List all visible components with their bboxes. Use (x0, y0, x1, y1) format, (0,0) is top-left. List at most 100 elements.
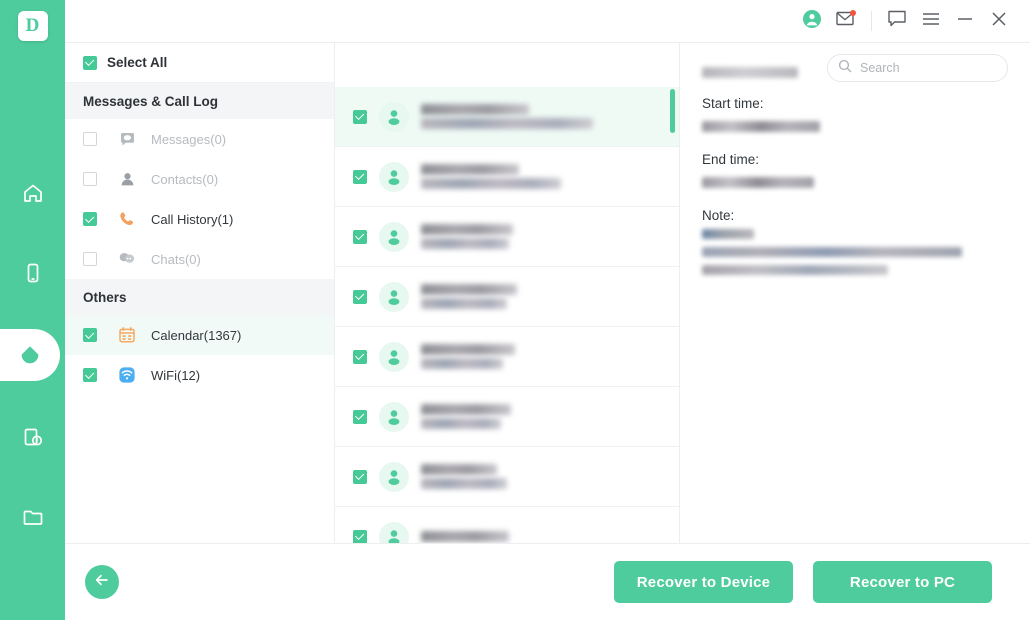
calendar-checkbox[interactable] (83, 328, 97, 342)
chats-icon (117, 249, 137, 269)
messages-checkbox[interactable] (83, 132, 97, 146)
avatar (379, 101, 409, 132)
footer-bar: Recover to Device Recover to PC (65, 543, 1030, 620)
list-scrollbar[interactable] (670, 89, 675, 543)
list-item[interactable] (335, 87, 679, 147)
wifi-icon (117, 365, 137, 385)
group-header-messages: Messages & Call Log (65, 83, 334, 119)
select-all-checkbox[interactable] (83, 55, 97, 70)
detail-note-line (702, 265, 888, 275)
list-item-checkbox[interactable] (353, 169, 367, 184)
sidebar-item-wifi[interactable]: WiFi(12) (65, 355, 334, 395)
list-item-subtitle (421, 238, 509, 249)
minimize-button[interactable] (948, 5, 982, 37)
record-list[interactable] (335, 87, 679, 543)
app-logo: D (17, 11, 48, 41)
list-item-checkbox[interactable] (353, 109, 367, 124)
nav-item-files[interactable] (0, 493, 65, 541)
list-item[interactable] (335, 147, 679, 207)
sidebar-item-label: WiFi(12) (151, 367, 201, 383)
nav-rail: D (0, 0, 65, 620)
select-all-label: Select All (107, 55, 168, 70)
nav-item-home[interactable] (0, 169, 65, 217)
list-item[interactable] (335, 207, 679, 267)
detail-value-end-time (702, 177, 814, 188)
call-history-checkbox[interactable] (83, 212, 97, 226)
list-item[interactable] (335, 267, 679, 327)
list-item-subtitle (421, 178, 561, 189)
device-icon (21, 261, 45, 285)
list-item[interactable] (335, 447, 679, 507)
titlebar-divider (871, 11, 872, 31)
search-input[interactable] (860, 61, 997, 75)
list-item-text (421, 221, 679, 252)
list-item-checkbox[interactable] (353, 289, 367, 304)
list-item-title (421, 344, 515, 355)
detail-label-end-time: End time: (702, 152, 760, 167)
menu-button[interactable] (914, 5, 948, 37)
phone-icon (117, 209, 137, 229)
feedback-icon (887, 9, 907, 33)
avatar (379, 161, 409, 192)
contacts-icon (117, 169, 137, 189)
detail-title (702, 67, 798, 78)
detail-note-line (702, 247, 962, 257)
list-item-checkbox[interactable] (353, 529, 367, 543)
list-item[interactable] (335, 327, 679, 387)
list-item[interactable] (335, 507, 679, 543)
nav-item-device[interactable] (0, 249, 65, 297)
search-box[interactable] (827, 54, 1008, 82)
sidebar-item-label: Messages(0) (151, 131, 227, 147)
list-scrollbar-thumb[interactable] (670, 89, 675, 133)
avatar (379, 281, 409, 312)
nav-rail-items (0, 169, 65, 573)
list-item-text (421, 461, 679, 492)
list-item[interactable] (335, 387, 679, 447)
close-button[interactable] (982, 5, 1016, 37)
recover-icon (17, 342, 43, 368)
contacts-checkbox[interactable] (83, 172, 97, 186)
mail-unread-badge (850, 10, 856, 16)
sidebar-item-chats[interactable]: Chats(0) (65, 239, 334, 279)
group-header-others: Others (65, 279, 334, 315)
chats-checkbox[interactable] (83, 252, 97, 266)
list-item-text (421, 401, 679, 432)
list-item-title (421, 531, 509, 542)
mail-button[interactable] (829, 5, 863, 37)
back-button[interactable] (85, 565, 119, 599)
calendar-icon (117, 325, 137, 345)
feedback-button[interactable] (880, 5, 914, 37)
detail-panel: Start time: End time: Note: (680, 43, 1030, 543)
nav-item-recover[interactable] (0, 329, 60, 381)
sidebar-item-label: Calendar(1367) (151, 327, 242, 343)
sidebar-item-contacts[interactable]: Contacts(0) (65, 159, 334, 199)
list-item-checkbox[interactable] (353, 349, 367, 364)
select-all-row[interactable]: Select All (65, 43, 334, 83)
nav-item-repair[interactable] (0, 413, 65, 461)
arrow-left-icon (93, 571, 111, 594)
message-icon (117, 129, 137, 149)
recover-to-pc-button[interactable]: Recover to PC (813, 561, 992, 603)
recover-to-device-button[interactable]: Recover to Device (614, 561, 793, 603)
list-item-checkbox[interactable] (353, 409, 367, 424)
sidebar-item-messages[interactable]: Messages(0) (65, 119, 334, 159)
avatar (379, 401, 409, 432)
content-area: Select All Messages & Call Log Messages(… (65, 42, 1030, 543)
list-item-title (421, 164, 519, 175)
sidebar-item-label: Call History(1) (151, 211, 234, 227)
avatar (379, 221, 409, 252)
list-item-text (421, 341, 679, 372)
list-item-title (421, 104, 529, 115)
repair-icon (21, 425, 45, 449)
list-item-checkbox[interactable] (353, 229, 367, 244)
wifi-checkbox[interactable] (83, 368, 97, 382)
list-item-checkbox[interactable] (353, 469, 367, 484)
list-item-text (421, 528, 679, 543)
sidebar-item-calendar[interactable]: Calendar(1367) (65, 315, 334, 355)
list-item-subtitle (421, 298, 507, 309)
avatar (379, 521, 409, 543)
menu-icon (921, 11, 941, 32)
sidebar-item-call-history[interactable]: Call History(1) (65, 199, 334, 239)
account-button[interactable] (795, 5, 829, 37)
sidebar-item-label: Contacts(0) (151, 171, 219, 187)
